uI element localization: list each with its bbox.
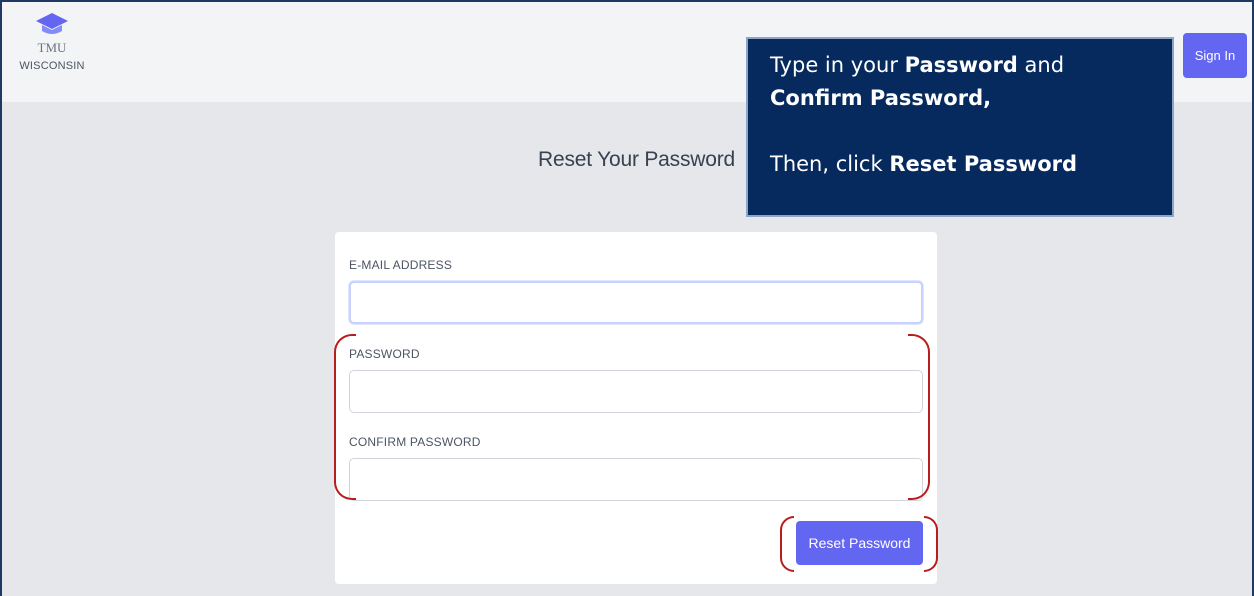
browser-frame: TMU WISCONSIN Sign In Reset Your Passwor… [0,0,1254,596]
logo[interactable]: TMU WISCONSIN [16,12,88,94]
callout-line-2: Confirm Password, [770,82,1150,115]
password-label: PASSWORD [349,347,420,361]
callout-text: Type in your [770,53,905,77]
email-label: E-MAIL ADDRESS [349,258,453,272]
reset-password-form: E-MAIL ADDRESS PASSWORD CONFIRM PASSWORD… [335,232,937,584]
highlight-bracket-right [908,334,930,500]
instruction-callout: Type in your Password and Confirm Passwo… [746,37,1174,217]
confirm-password-field[interactable] [349,458,923,501]
sign-in-button[interactable]: Sign In [1183,33,1247,78]
callout-text: and [1017,53,1065,77]
callout-bold-text: Password [904,53,1018,77]
button-highlight-bracket-right [924,516,938,572]
graduation-cap-icon [36,13,68,34]
callout-text: , [983,86,992,110]
button-highlight-bracket-left [780,516,794,572]
email-field[interactable] [349,281,923,324]
callout-bold-text: Reset Password [889,152,1078,176]
callout-line-3: Then, click Reset Password [770,148,1150,181]
highlight-bracket-left [334,334,356,500]
reset-password-button[interactable]: Reset Password [796,521,923,565]
callout-line-1: Type in your Password and [770,49,1150,82]
page-title: Reset Your Password [538,148,735,171]
logo-text-top: TMU [37,40,67,55]
confirm-password-label: CONFIRM PASSWORD [349,435,481,449]
callout-bold-text: Confirm Password [770,86,984,110]
callout-text: Then, click [770,152,890,176]
password-field[interactable] [349,370,923,413]
logo-text-bottom: WISCONSIN [19,60,85,72]
